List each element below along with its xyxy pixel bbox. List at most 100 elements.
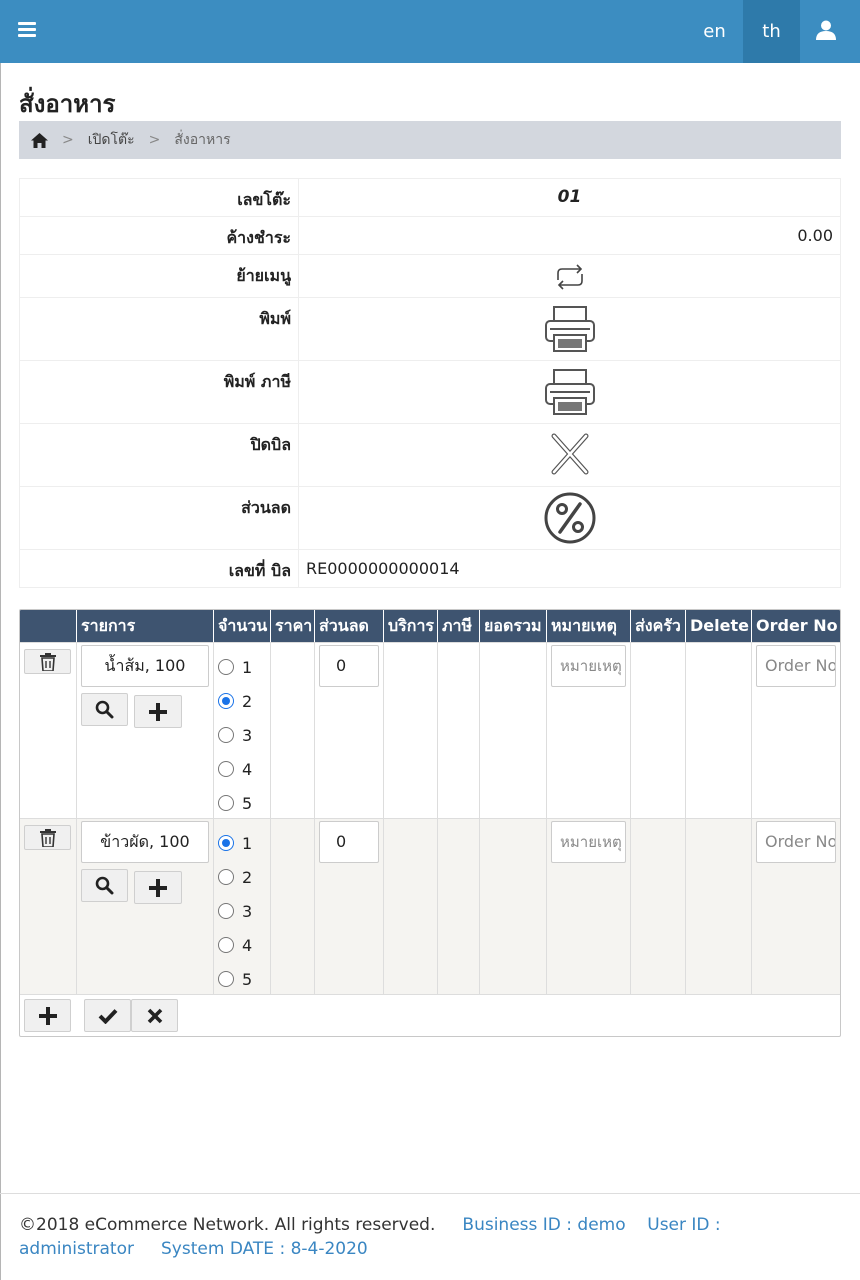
discount-label: ส่วนลด: [19, 486, 299, 550]
note-input[interactable]: หมายเหตุ: [551, 821, 626, 863]
business-id-link[interactable]: Business ID : demo: [462, 1215, 625, 1235]
qty-radio-4[interactable]: 4: [218, 759, 268, 779]
breadcrumb-separator: >: [148, 132, 161, 148]
qty-radio-3[interactable]: 3: [218, 901, 268, 921]
note-input[interactable]: หมายเหตุ: [551, 645, 626, 687]
cancel-button[interactable]: [131, 999, 178, 1032]
tax-cell: [438, 643, 480, 818]
send-kitchen-cell: [631, 643, 686, 818]
delete-cell: [686, 643, 752, 818]
table-no-value: 01: [298, 178, 841, 217]
search-item-button[interactable]: [81, 869, 128, 902]
close-icon[interactable]: [551, 433, 589, 475]
service-cell: [384, 643, 438, 818]
header-note: หมายเหตุ: [547, 610, 631, 642]
header-delete: Delete: [686, 610, 752, 642]
page-title: สั่งอาหาร: [19, 90, 116, 118]
language-en-button[interactable]: en: [686, 0, 743, 63]
total-cell: [480, 819, 547, 994]
move-menu-icon[interactable]: [550, 260, 590, 294]
header-order-no: Order No: [756, 616, 838, 635]
header-total: ยอดรวม: [480, 610, 547, 642]
discount-input[interactable]: 0: [319, 821, 379, 863]
bill-no-label: เลขที่ บิล: [19, 549, 299, 588]
info-row-outstanding: ค้างชำระ 0.00: [19, 216, 841, 255]
discount-input[interactable]: 0: [319, 645, 379, 687]
header-item: รายการ: [77, 610, 214, 642]
order-table-footer: [20, 994, 840, 1036]
plus-icon: [149, 878, 167, 897]
send-kitchen-cell: [631, 819, 686, 994]
service-cell: [384, 819, 438, 994]
table-no-label: เลขโต๊ะ: [19, 178, 299, 217]
qty-radio-4[interactable]: 4: [218, 935, 268, 955]
qty-radio-5[interactable]: 5: [218, 969, 268, 989]
breadcrumb: > เปิดโต๊ะ > สั่งอาหาร: [19, 121, 841, 159]
qty-radio-2[interactable]: 2: [218, 867, 268, 887]
price-cell: [271, 643, 315, 818]
header-tax: ภาษี: [438, 610, 480, 642]
home-icon[interactable]: [31, 132, 48, 148]
delete-row-button[interactable]: [24, 825, 71, 850]
qty-radio-2[interactable]: 2: [218, 691, 268, 711]
system-date-link[interactable]: System DATE : 8-4-2020: [161, 1239, 368, 1259]
header-send-kitchen: ส่งครัว: [631, 610, 686, 642]
price-cell: [271, 819, 315, 994]
qty-radio-1[interactable]: 1: [218, 833, 268, 853]
footer-divider: [0, 1193, 860, 1194]
close-icon: [147, 1008, 162, 1023]
info-row-discount: ส่วนลด: [19, 486, 841, 550]
qty-radio-3[interactable]: 3: [218, 725, 268, 745]
delete-cell: [686, 819, 752, 994]
qty-radio-5[interactable]: 5: [218, 793, 268, 813]
total-cell: [480, 643, 547, 818]
confirm-button[interactable]: [84, 999, 131, 1032]
search-icon: [95, 700, 114, 719]
qty-radio-1[interactable]: 1: [218, 657, 268, 677]
breadcrumb-item-order-food: สั่งอาหาร: [174, 132, 231, 148]
language-th-button[interactable]: th: [743, 0, 800, 63]
delete-row-button[interactable]: [24, 649, 71, 674]
print-tax-label: พิมพ์ ภาษี: [19, 360, 299, 424]
header-discount: ส่วนลด: [315, 610, 384, 642]
trash-icon: [39, 652, 56, 671]
order-no-input[interactable]: Order No: [756, 645, 836, 687]
info-row-print: พิมพ์: [19, 297, 841, 361]
plus-icon: [38, 1006, 57, 1025]
search-item-button[interactable]: [81, 693, 128, 726]
user-icon: [816, 20, 836, 40]
page-left-border: [0, 63, 1, 1280]
check-icon: [98, 1008, 117, 1024]
top-navbar: en th: [0, 0, 860, 63]
hamburger-icon[interactable]: [18, 22, 36, 40]
info-row-move-menu: ย้ายเมนู: [19, 254, 841, 298]
outstanding-label: ค้างชำระ: [19, 216, 299, 255]
breadcrumb-separator: >: [62, 132, 74, 148]
header-quantity: จำนวน: [214, 610, 271, 642]
add-option-button[interactable]: [134, 871, 182, 904]
add-row-button[interactable]: [24, 999, 71, 1032]
info-row-table-no: เลขโต๊ะ 01: [19, 178, 841, 217]
printer-icon[interactable]: [544, 305, 596, 353]
item-input[interactable]: ข้าวผัด, 100: [81, 821, 209, 863]
header-service: บริการ: [384, 610, 438, 642]
close-bill-label: ปิดบิล: [19, 423, 299, 487]
percent-icon[interactable]: [543, 491, 597, 545]
order-no-input[interactable]: Order No: [756, 821, 836, 863]
copyright-text: ©2018 eCommerce Network. All rights rese…: [19, 1215, 436, 1235]
print-label: พิมพ์: [19, 297, 299, 361]
header-price: ราคา: [271, 610, 315, 642]
move-menu-label: ย้ายเมนู: [19, 254, 299, 298]
add-option-button[interactable]: [134, 695, 182, 728]
item-input[interactable]: น้ำส้ม, 100: [81, 645, 209, 687]
order-info-table: เลขโต๊ะ 01 ค้างชำระ 0.00 ย้ายเมนู พิมพ์: [19, 178, 841, 588]
printer-tax-icon[interactable]: [544, 368, 596, 416]
breadcrumb-item-open-table[interactable]: เปิดโต๊ะ: [88, 129, 135, 151]
info-row-bill-no: เลขที่ บิล RE0000000000014: [19, 549, 841, 588]
page-footer: ©2018 eCommerce Network. All rights rese…: [19, 1213, 849, 1261]
user-menu-button[interactable]: [800, 0, 860, 63]
table-row: น้ำส้ม, 100 1 2 3 4 5 0 หมายเหตุ Order N…: [20, 642, 840, 818]
info-row-print-tax: พิมพ์ ภาษี: [19, 360, 841, 424]
tax-cell: [438, 819, 480, 994]
table-row: ข้าวผัด, 100 1 2 3 4 5 0 หมายเหตุ Order …: [20, 818, 840, 994]
